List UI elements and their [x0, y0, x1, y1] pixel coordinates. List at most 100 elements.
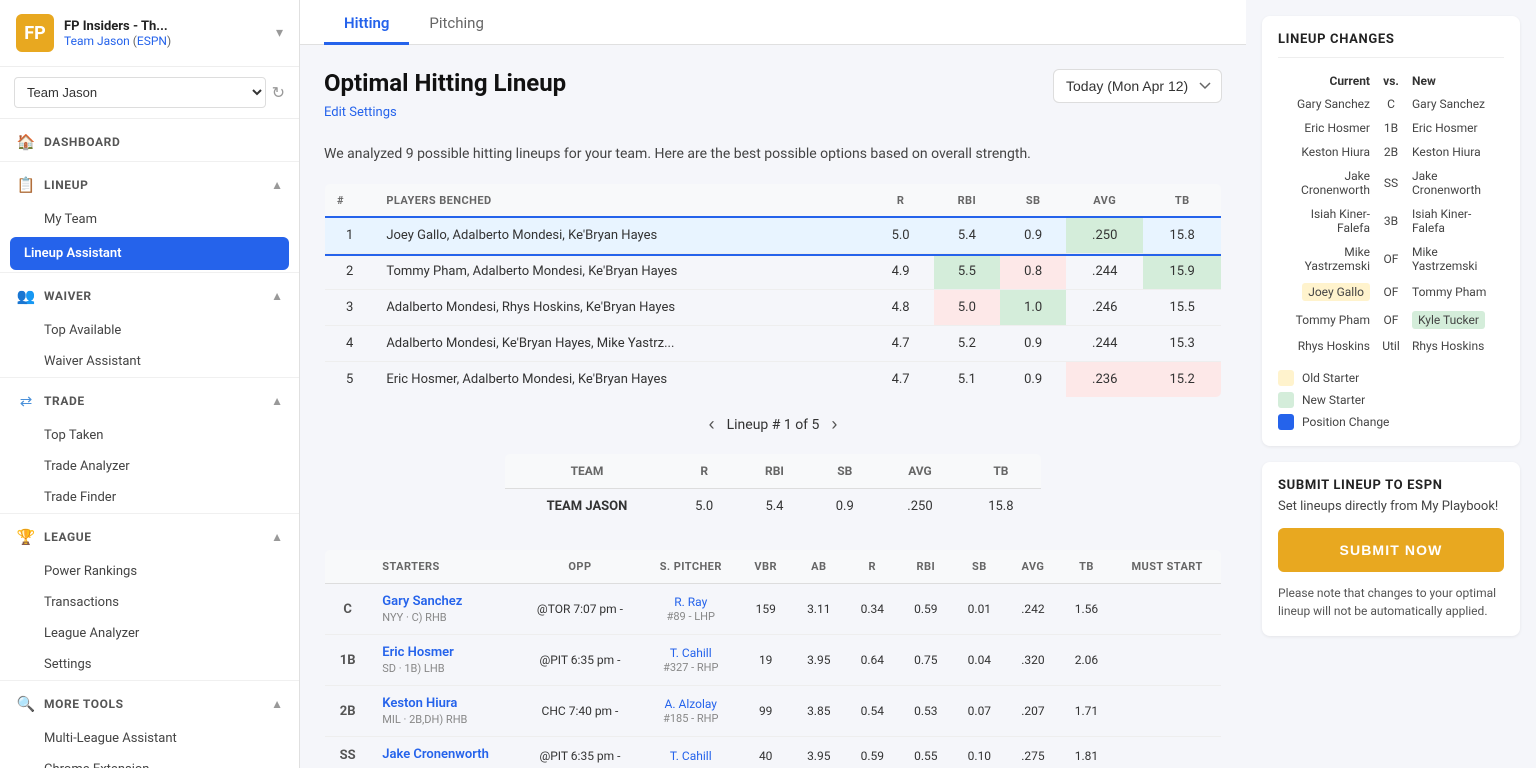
lineup-next-button[interactable]: › [831, 414, 837, 435]
lc-pos-cell: C [1376, 92, 1406, 116]
lineup-change-row: Isiah Kiner-Falefa 3B Isiah Kiner-Falefa [1278, 202, 1504, 240]
app-logo-icon: FP [16, 14, 54, 52]
lineup-tb-cell: 15.8 [1143, 218, 1221, 254]
lineup-icon: 📋 [16, 176, 36, 194]
nav-section-header-lineup[interactable]: 📋 LINEUP ▲ [0, 162, 299, 204]
starter-player-link[interactable]: Eric Hosmer [382, 645, 454, 660]
lineup-change-row: Gary Sanchez C Gary Sanchez [1278, 92, 1504, 116]
waiver-icon: 👥 [16, 287, 36, 305]
refresh-icon[interactable]: ↻ [272, 83, 285, 102]
starter-rbi: 0.75 [899, 635, 953, 686]
starter-player-sub: SD · 1B) LHB [382, 662, 506, 675]
starter-vbr: 40 [739, 737, 792, 768]
legend-new-starter: New Starter [1278, 392, 1504, 408]
sidebar-logo: FP FP Insiders - Th... Team Jason (ESPN) [16, 14, 171, 52]
team-col-team: TEAM [504, 454, 669, 489]
legend-old-box [1278, 370, 1294, 386]
starters-col-avg: AVG [1006, 550, 1060, 584]
starter-opp-cell: @PIT 6:35 pm - [518, 737, 642, 768]
lineup-change-row: Tommy Pham OF Kyle Tucker [1278, 306, 1504, 334]
lineup-rbi-cell: 5.2 [934, 326, 1001, 362]
sidebar-item-trade-finder[interactable]: Trade Finder [0, 482, 299, 513]
date-dropdown[interactable]: Today (Mon Apr 12) [1053, 69, 1222, 103]
lineup-prev-button[interactable]: ‹ [709, 414, 715, 435]
lineup-row[interactable]: 3 Adalberto Mondesi, Rhys Hoskins, Ke'Br… [325, 290, 1222, 326]
lineup-row[interactable]: 2 Tommy Pham, Adalberto Mondesi, Ke'Brya… [325, 254, 1222, 290]
lineup-rbi-cell: 5.0 [934, 290, 1001, 326]
lineup-col-sb: SB [1000, 184, 1066, 218]
lineup-row[interactable]: 4 Adalberto Mondesi, Ke'Bryan Hayes, Mik… [325, 326, 1222, 362]
lc-header-vs: vs. [1376, 70, 1406, 92]
lineup-avg-cell: .250 [1066, 218, 1143, 254]
sidebar-item-lineup-assistant[interactable]: Lineup Assistant [10, 237, 289, 270]
lineup-row[interactable]: 5 Eric Hosmer, Adalberto Mondesi, Ke'Bry… [325, 362, 1222, 398]
sidebar-item-power-rankings[interactable]: Power Rankings [0, 556, 299, 587]
starter-ab: 3.85 [792, 686, 846, 737]
lineup-col-rbi: RBI [934, 184, 1001, 218]
lineup-players-cell: Eric Hosmer, Adalberto Mondesi, Ke'Bryan… [374, 362, 867, 398]
starter-name-cell: Eric Hosmer SD · 1B) LHB [370, 635, 518, 686]
lineup-players-cell: Adalberto Mondesi, Ke'Bryan Hayes, Mike … [374, 326, 867, 362]
lc-pos-cell: OF [1376, 240, 1406, 278]
starter-avg: .275 [1006, 737, 1060, 768]
lineup-col-num: # [325, 184, 375, 218]
lc-pos-cell: Util [1376, 334, 1406, 358]
sidebar-item-transactions[interactable]: Transactions [0, 587, 299, 618]
starter-pitcher-link[interactable]: R. Ray [674, 595, 707, 609]
sidebar-item-multi-league[interactable]: Multi-League Assistant [0, 723, 299, 754]
lc-new-cell: Kyle Tucker [1406, 306, 1504, 334]
starter-player-link[interactable]: Keston Hiura [382, 696, 457, 711]
team-sb-cell: 0.9 [810, 489, 880, 525]
tab-hitting[interactable]: Hitting [324, 0, 409, 45]
tabs-bar: Hitting Pitching [300, 0, 1246, 45]
lc-new-cell: Isiah Kiner-Falefa [1406, 202, 1504, 240]
legend-new-label: New Starter [1302, 393, 1365, 407]
app-name: FP Insiders - Th... [64, 19, 171, 34]
edit-settings-link[interactable]: Edit Settings [324, 105, 397, 120]
lc-new-cell: Jake Cronenworth [1406, 164, 1504, 202]
starter-player-link[interactable]: Gary Sanchez [382, 594, 462, 609]
sidebar-item-settings[interactable]: Settings [0, 649, 299, 680]
starter-pitcher-link[interactable]: A. Alzolay [665, 697, 717, 711]
starter-pos: SS [325, 737, 371, 768]
nav-section-header-trade[interactable]: ⇄ TRADE ▲ [0, 378, 299, 420]
starter-tb: 1.71 [1060, 686, 1114, 737]
sidebar-item-top-available[interactable]: Top Available [0, 315, 299, 346]
starter-pitcher-link[interactable]: T. Cahill [670, 749, 712, 763]
starter-rbi: 0.55 [899, 737, 953, 768]
league-icon: 🏆 [16, 528, 36, 546]
trade-chevron-icon: ▲ [271, 394, 283, 408]
analysis-text: We analyzed 9 possible hitting lineups f… [324, 144, 1222, 165]
starter-sb: 0.04 [953, 635, 1007, 686]
sidebar-item-trade-analyzer[interactable]: Trade Analyzer [0, 451, 299, 482]
lineup-sb-cell: 0.9 [1000, 326, 1066, 362]
sidebar-item-waiver-assistant[interactable]: Waiver Assistant [0, 346, 299, 377]
lc-new-cell: Eric Hosmer [1406, 116, 1504, 140]
sidebar-item-chrome-extension[interactable]: Chrome Extension [0, 754, 299, 768]
starter-name-cell: Jake Cronenworth [370, 737, 518, 768]
tab-pitching[interactable]: Pitching [409, 0, 504, 45]
sidebar-item-league-analyzer[interactable]: League Analyzer [0, 618, 299, 649]
team-col-tb: TB [960, 454, 1042, 489]
lineup-changes-table: Current vs. New Gary Sanchez C Gary Sanc… [1278, 70, 1504, 358]
main-content: Hitting Pitching Optimal Hitting Lineup … [300, 0, 1246, 768]
sidebar-collapse-chevron[interactable]: ▾ [276, 25, 283, 41]
starter-pitcher-link[interactable]: T. Cahill [670, 646, 712, 660]
submit-now-button[interactable]: SUBMIT NOW [1278, 528, 1504, 572]
team-avg-cell: .250 [880, 489, 961, 525]
sidebar-platform: ESPN [137, 34, 167, 48]
nav-section-header-more[interactable]: 🔍 MORE TOOLS ▲ [0, 681, 299, 723]
starter-player-link[interactable]: Jake Cronenworth [382, 747, 489, 762]
team-selector-dropdown[interactable]: Team Jason [14, 77, 266, 108]
nav-section-header-waiver[interactable]: 👥 WAIVER ▲ [0, 273, 299, 315]
starter-must-start [1113, 686, 1221, 737]
nav-section-header-dashboard[interactable]: 🏠 DASHBOARD [0, 119, 299, 161]
sidebar-item-my-team[interactable]: My Team [0, 204, 299, 235]
lineup-row[interactable]: 1 Joey Gallo, Adalberto Mondesi, Ke'Brya… [325, 218, 1222, 254]
nav-section-header-league[interactable]: 🏆 LEAGUE ▲ [0, 514, 299, 556]
lineup-players-cell: Adalberto Mondesi, Rhys Hoskins, Ke'Brya… [374, 290, 867, 326]
lineup-tb-cell: 15.5 [1143, 290, 1221, 326]
lineup-num-cell: 4 [325, 326, 375, 362]
lineup-tb-cell: 15.3 [1143, 326, 1221, 362]
sidebar-item-top-taken[interactable]: Top Taken [0, 420, 299, 451]
